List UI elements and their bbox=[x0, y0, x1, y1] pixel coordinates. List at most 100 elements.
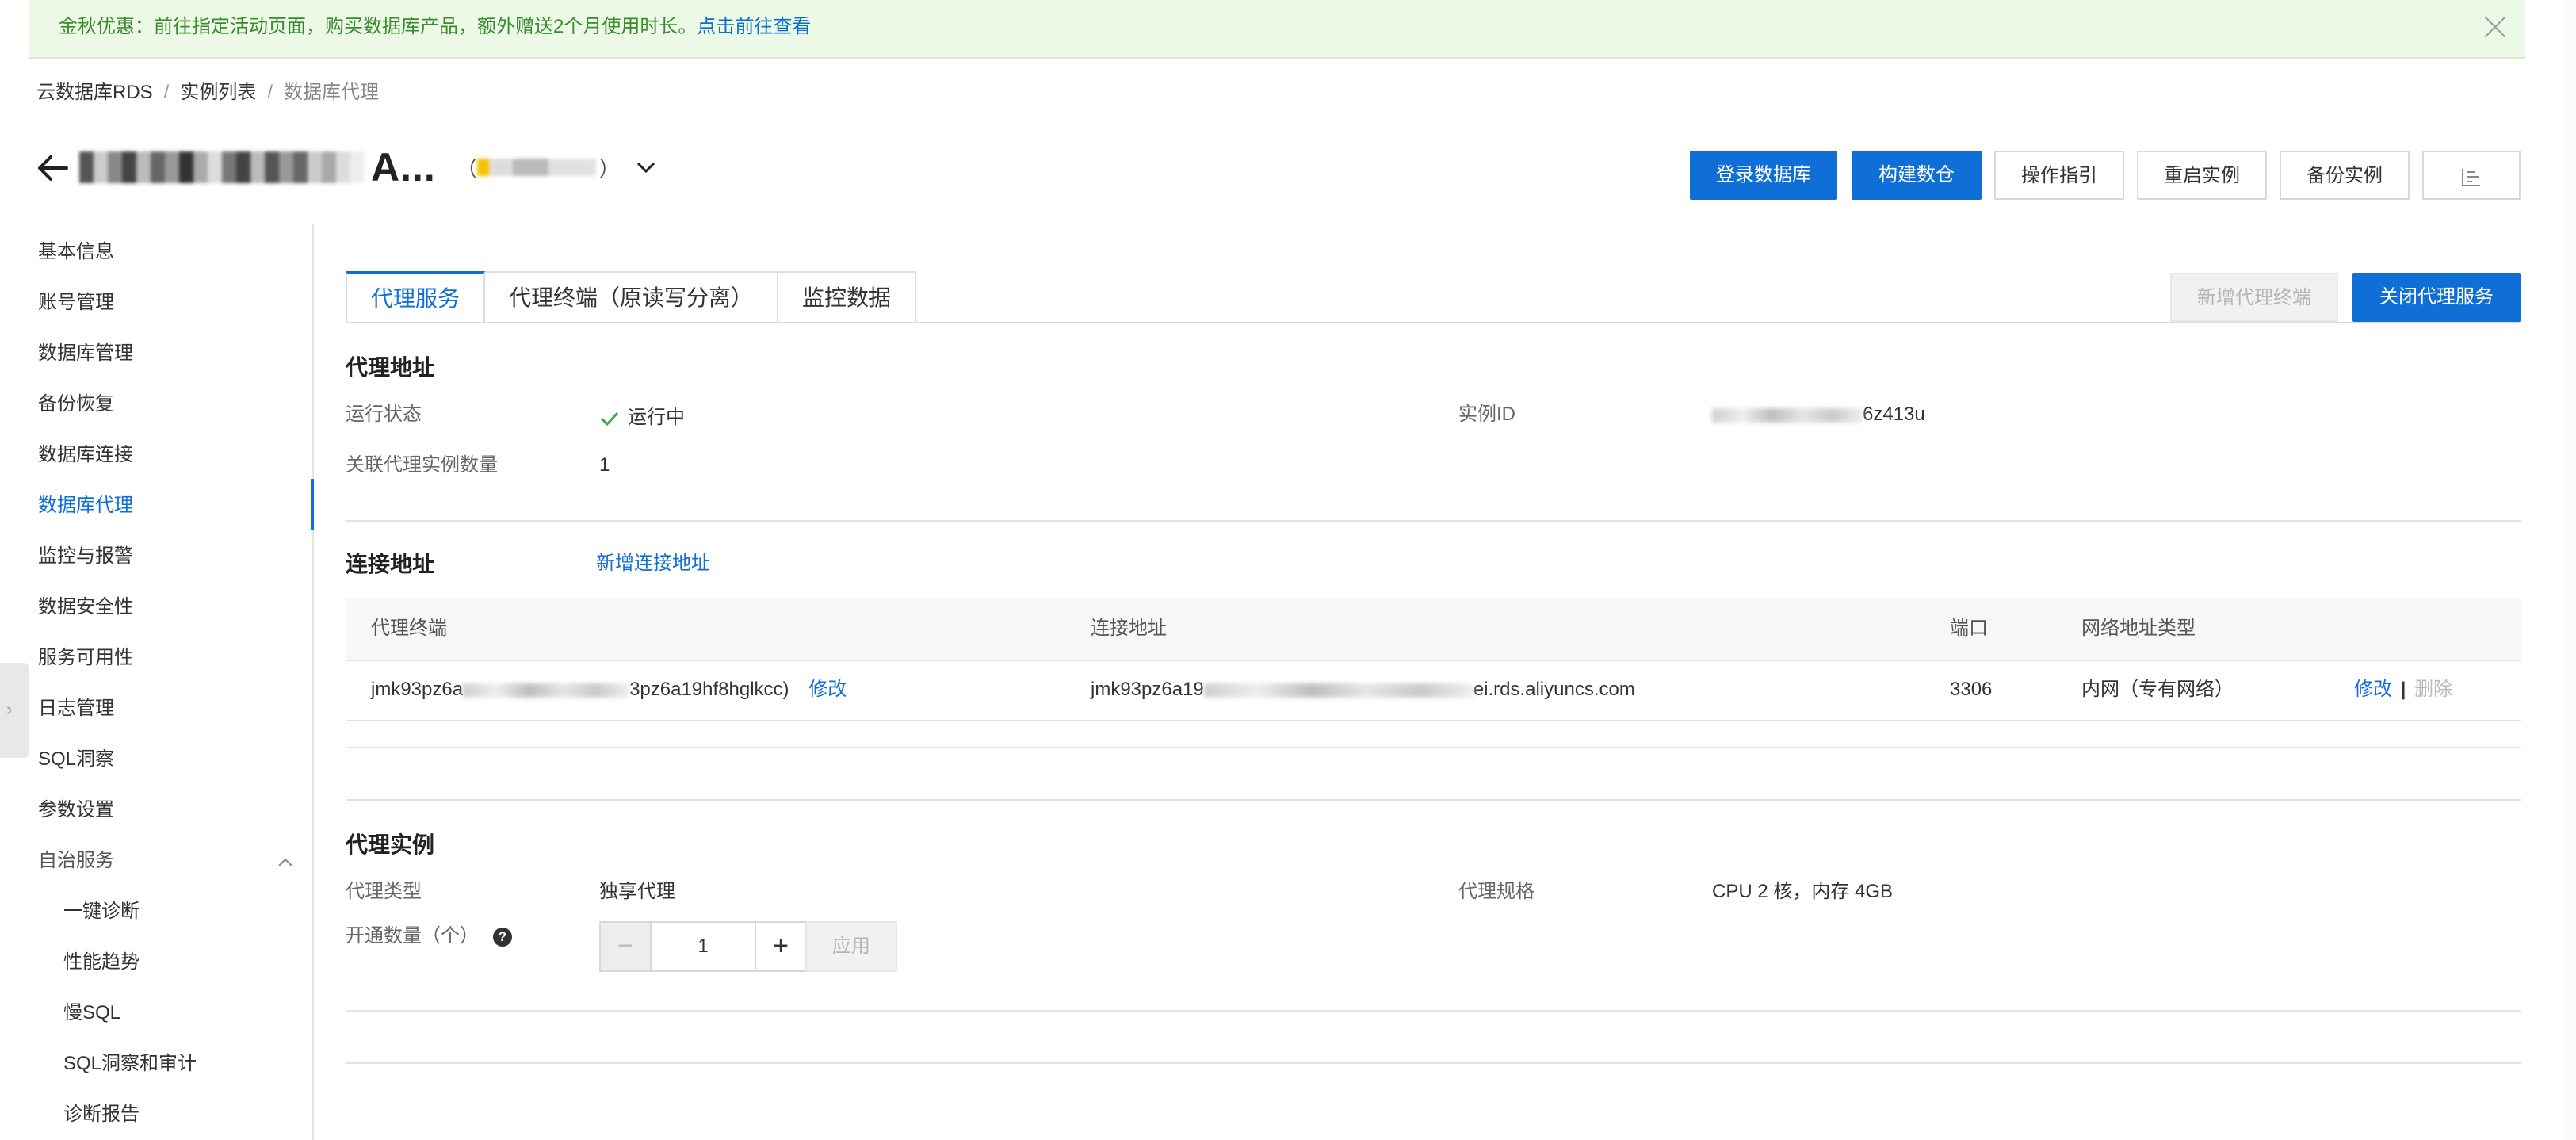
instance-id-suffix: 6z413u bbox=[1863, 404, 1925, 425]
close-icon[interactable] bbox=[2479, 11, 2511, 43]
increment-button[interactable]: + bbox=[755, 923, 805, 970]
masked-address bbox=[1203, 683, 1473, 698]
sidebar-subitem-slow-sql[interactable]: 慢SQL bbox=[63, 999, 120, 1027]
masked-region bbox=[476, 159, 596, 176]
connection-table-header: 代理终端 连接地址 端口 网络地址类型 bbox=[346, 598, 2521, 661]
decrement-button[interactable]: − bbox=[601, 923, 652, 970]
operation-guide-button[interactable]: 操作指引 bbox=[1994, 151, 2124, 200]
list-icon bbox=[2462, 168, 2480, 186]
sidebar-item-proxy[interactable]: 数据库代理 bbox=[38, 492, 133, 520]
masked-instance-name bbox=[79, 151, 365, 183]
divider bbox=[346, 799, 2521, 801]
chevron-right-icon: › bbox=[6, 699, 13, 719]
build-data-warehouse-button[interactable]: 构建数仓 bbox=[1852, 151, 1982, 200]
proxy-spec-value: CPU 2 核，内存 4GB bbox=[1712, 881, 1894, 902]
sidebar-subitem-diagnosis[interactable]: 一键诊断 bbox=[63, 897, 140, 926]
login-database-button[interactable]: 登录数据库 bbox=[1690, 151, 1837, 200]
port-cell: 3306 bbox=[1950, 679, 1993, 700]
more-menu-button[interactable] bbox=[2422, 151, 2521, 200]
sidebar-item-databases[interactable]: 数据库管理 bbox=[38, 339, 133, 368]
divider bbox=[346, 520, 2521, 522]
sidebar-item-basic-info[interactable]: 基本信息 bbox=[38, 238, 114, 266]
promo-banner: 金秋优惠：前往指定活动页面，购买数据库产品，额外赠送2个月使用时长。点击前往查看 bbox=[29, 0, 2525, 59]
sidebar-item-availability[interactable]: 服务可用性 bbox=[38, 644, 133, 672]
breadcrumb-current: 数据库代理 bbox=[284, 82, 380, 103]
apply-button[interactable]: 应用 bbox=[805, 921, 897, 972]
instance-id-value: 6z413u bbox=[1712, 401, 1925, 428]
chevron-down-icon[interactable] bbox=[634, 155, 658, 179]
check-icon bbox=[600, 411, 619, 426]
region-paren-close: ） bbox=[598, 156, 620, 181]
terminal-cell: jmk93pz6a 3pz6a19hf8hglkcc) 修改 bbox=[371, 660, 847, 720]
sidebar-item-parameters[interactable]: 参数设置 bbox=[38, 796, 114, 824]
terminal-suffix: 3pz6a19hf8hglkcc) bbox=[629, 679, 789, 700]
edit-link[interactable]: 修改 bbox=[2354, 679, 2392, 700]
column-header-address: 连接地址 bbox=[1091, 618, 1167, 639]
sidebar-item-security[interactable]: 数据安全性 bbox=[38, 593, 133, 622]
address-prefix: jmk93pz6a19 bbox=[1091, 679, 1204, 700]
action-separator: | bbox=[2400, 679, 2406, 700]
network-type-cell: 内网（专有网络） bbox=[2081, 679, 2234, 700]
sidebar-item-logs[interactable]: 日志管理 bbox=[38, 694, 114, 723]
restart-instance-button[interactable]: 重启实例 bbox=[2137, 151, 2267, 200]
tab-underline bbox=[346, 322, 2521, 323]
tab-monitoring-data[interactable]: 监控数据 bbox=[778, 271, 917, 323]
divider bbox=[346, 1010, 2521, 1012]
proxy-count-value: 1 bbox=[599, 454, 610, 476]
status-label: 运行状态 bbox=[346, 404, 422, 425]
sidebar-item-backup[interactable]: 备份恢复 bbox=[38, 390, 114, 419]
terminal-prefix: jmk93pz6a bbox=[371, 679, 464, 700]
sidebar-subitem-report[interactable]: 诊断报告 bbox=[63, 1100, 140, 1129]
breadcrumb-separator: / bbox=[163, 82, 170, 103]
column-header-terminal: 代理终端 bbox=[371, 618, 447, 639]
promo-link[interactable]: 点击前往查看 bbox=[697, 16, 811, 37]
column-header-network-type: 网络地址类型 bbox=[2081, 618, 2196, 639]
delete-link[interactable]: 删除 bbox=[2414, 679, 2452, 700]
breadcrumb: 云数据库RDS / 实例列表 / 数据库代理 bbox=[36, 79, 379, 106]
proxy-count-label: 关联代理实例数量 bbox=[346, 454, 498, 476]
terminal-edit-link[interactable]: 修改 bbox=[808, 679, 847, 700]
sidebar-subitem-sql-audit[interactable]: SQL洞察和审计 bbox=[63, 1050, 197, 1078]
sidebar: 基本信息 账号管理 数据库管理 备份恢复 数据库连接 数据库代理 监控与报警 数… bbox=[0, 224, 314, 1140]
sidebar-collapse-handle[interactable]: › bbox=[0, 663, 29, 758]
sidebar-active-indicator bbox=[311, 479, 314, 530]
proxy-address-title: 代理地址 bbox=[346, 355, 435, 380]
tab-proxy-terminal[interactable]: 代理终端（原读写分离） bbox=[485, 271, 779, 323]
open-count-row: 开通数量（个）? bbox=[346, 923, 512, 950]
sidebar-item-accounts[interactable]: 账号管理 bbox=[38, 289, 114, 317]
divider bbox=[346, 1062, 2521, 1064]
back-arrow-icon[interactable] bbox=[33, 149, 71, 187]
column-header-port: 端口 bbox=[1950, 618, 1988, 639]
sidebar-item-autonomy[interactable]: 自治服务 bbox=[38, 847, 114, 875]
backup-instance-button[interactable]: 备份实例 bbox=[2280, 151, 2410, 200]
proxy-type-value: 独享代理 bbox=[599, 881, 675, 902]
sidebar-item-monitoring[interactable]: 监控与报警 bbox=[38, 542, 133, 571]
sidebar-subitem-performance[interactable]: 性能趋势 bbox=[63, 948, 140, 977]
tab-proxy-service[interactable]: 代理服务 bbox=[346, 271, 486, 323]
quantity-input[interactable] bbox=[652, 923, 755, 970]
breadcrumb-instance-list[interactable]: 实例列表 bbox=[180, 82, 256, 103]
address-cell: jmk93pz6a19 ei.rds.aliyuncs.com bbox=[1091, 660, 1635, 720]
proxy-spec-label: 代理规格 bbox=[1458, 881, 1535, 902]
page-title: A... （ ） bbox=[79, 140, 658, 195]
close-proxy-service-button[interactable]: 关闭代理服务 bbox=[2352, 273, 2521, 322]
quantity-stepper: − + bbox=[599, 921, 807, 972]
region-paren-open: （ bbox=[456, 156, 477, 181]
proxy-instance-title: 代理实例 bbox=[346, 832, 435, 857]
promo-text: 金秋优惠：前往指定活动页面，购买数据库产品，额外赠送2个月使用时长。 bbox=[59, 16, 698, 37]
sidebar-item-connection[interactable]: 数据库连接 bbox=[38, 441, 133, 469]
breadcrumb-separator: / bbox=[267, 82, 273, 103]
title-suffix: A... bbox=[371, 145, 436, 189]
table-row: jmk93pz6a 3pz6a19hf8hglkcc) 修改 jmk93pz6a1… bbox=[346, 660, 2521, 721]
sidebar-item-sql-insight[interactable]: SQL洞察 bbox=[38, 745, 114, 774]
divider bbox=[346, 747, 2521, 748]
row-actions: 修改 | 删除 bbox=[2354, 660, 2452, 720]
instance-id-label: 实例ID bbox=[1458, 404, 1515, 425]
breadcrumb-rds[interactable]: 云数据库RDS bbox=[36, 82, 153, 103]
connection-title: 连接地址 bbox=[346, 552, 435, 576]
help-icon[interactable]: ? bbox=[493, 927, 512, 947]
chevron-up-icon[interactable] bbox=[276, 853, 295, 872]
page-scrollbar[interactable] bbox=[2563, 0, 2576, 1140]
add-connection-link[interactable]: 新增连接地址 bbox=[596, 550, 710, 577]
add-proxy-terminal-button[interactable]: 新增代理终端 bbox=[2170, 273, 2338, 322]
